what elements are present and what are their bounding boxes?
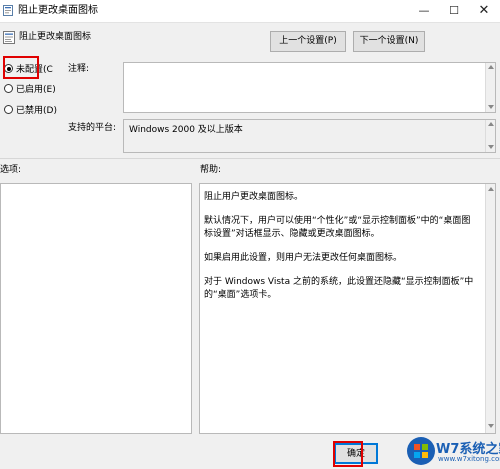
- radio-label: 已禁用(D): [16, 106, 57, 116]
- title-bar: 阻止更改桌面图标 — ☐ ✕: [0, 0, 500, 23]
- help-paragraph: 如果启用此设置，则用户无法更改任何桌面图标。: [204, 253, 403, 263]
- minimize-button[interactable]: —: [410, 0, 438, 22]
- policy-setting-icon: [3, 31, 15, 44]
- scroll-up-icon: [488, 187, 494, 191]
- windows-logo-icon: [407, 437, 435, 465]
- radio-enabled[interactable]: 已启用(E): [4, 83, 56, 97]
- help-paragraph: 默认情况下，用户可以使用“个性化”或“显示控制面板”中的“桌面图标设置”对话框显…: [204, 216, 471, 239]
- scroll-down-icon: [488, 145, 494, 149]
- help-paragraph: 对于 Windows Vista 之前的系统，此设置还隐藏“显示控制面板”中的“…: [204, 277, 474, 300]
- next-setting-button[interactable]: 下一个设置(N): [353, 31, 425, 52]
- help-scrollbar[interactable]: [485, 184, 495, 433]
- scroll-up-icon: [488, 65, 494, 69]
- options-pane[interactable]: [0, 183, 192, 434]
- radio-unchecked-icon: [4, 105, 13, 114]
- radio-unchecked-icon: [4, 84, 13, 93]
- scroll-down-icon: [488, 424, 494, 428]
- section-divider: [0, 158, 500, 159]
- watermark: W7系统之家 www.w7xitong.com: [406, 434, 500, 468]
- watermark-url: www.w7xitong.com: [438, 455, 500, 463]
- comment-label: 注释:: [68, 64, 90, 74]
- help-label: 帮助:: [200, 165, 222, 175]
- comment-scrollbar[interactable]: [485, 63, 495, 112]
- annotation-highlight-box: [333, 441, 363, 467]
- radio-label: 已启用(E): [16, 85, 56, 95]
- supported-on-label: 支持的平台:: [68, 123, 117, 133]
- policy-name: 阻止更改桌面图标: [19, 32, 92, 42]
- maximize-button[interactable]: ☐: [440, 0, 468, 22]
- policy-app-icon: [3, 5, 13, 16]
- close-button[interactable]: ✕: [470, 0, 498, 22]
- comment-textarea[interactable]: [123, 62, 496, 113]
- help-pane[interactable]: 阻止用户更改桌面图标。 默认情况下，用户可以使用“个性化”或“显示控制面板”中的…: [199, 183, 496, 434]
- scroll-down-icon: [488, 105, 494, 109]
- scroll-up-icon: [488, 122, 494, 126]
- radio-disabled[interactable]: 已禁用(D): [4, 104, 57, 118]
- help-text: 阻止用户更改桌面图标。 默认情况下，用户可以使用“个性化”或“显示控制面板”中的…: [204, 191, 474, 313]
- supported-on-value-box: Windows 2000 及以上版本: [123, 119, 496, 153]
- platform-scrollbar[interactable]: [485, 120, 495, 152]
- previous-setting-button[interactable]: 上一个设置(P): [270, 31, 346, 52]
- window-title: 阻止更改桌面图标: [18, 5, 98, 16]
- options-label: 选项:: [0, 165, 22, 175]
- help-paragraph: 阻止用户更改桌面图标。: [204, 192, 304, 202]
- annotation-highlight-box: [3, 56, 39, 79]
- supported-on-value: Windows 2000 及以上版本: [129, 125, 243, 135]
